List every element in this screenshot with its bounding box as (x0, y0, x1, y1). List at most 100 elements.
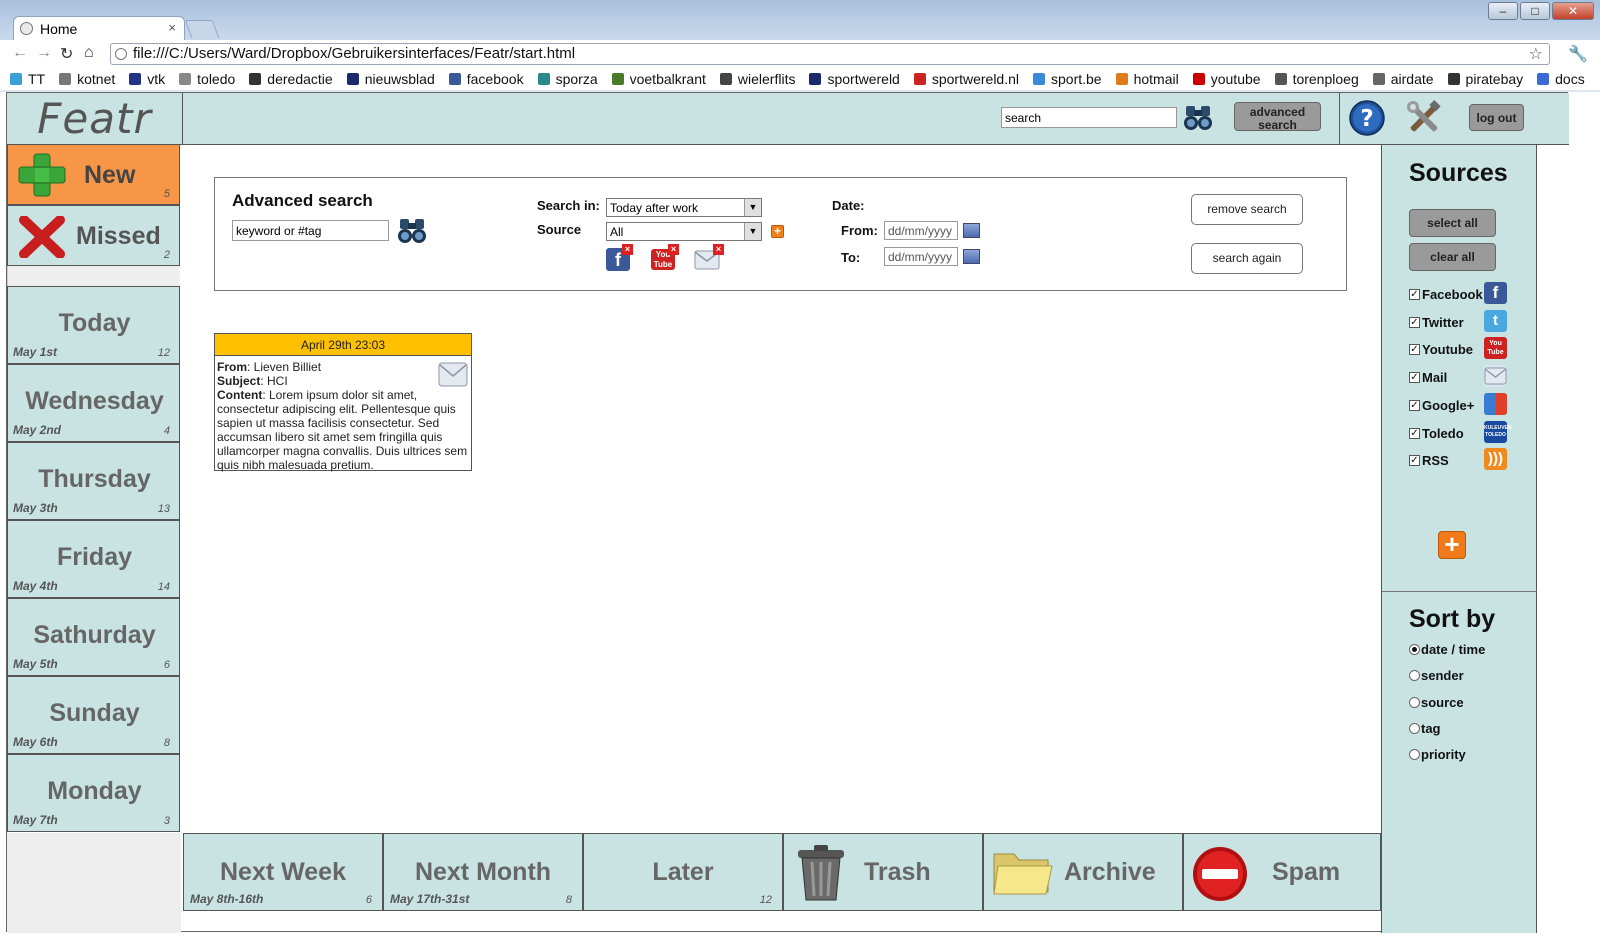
calendar-icon[interactable] (963, 223, 980, 238)
help-icon[interactable]: ? (1349, 100, 1385, 136)
date-from-input[interactable] (884, 221, 958, 240)
nav-day-today[interactable]: Today May 1st 12 (7, 286, 180, 364)
nav-missed[interactable]: Missed 2 (7, 205, 180, 266)
bookmark-item[interactable]: TT (10, 71, 45, 87)
nav-day-wednesday[interactable]: Wednesday May 2nd 4 (7, 364, 180, 442)
nav-next-week[interactable]: Next Week May 8th-16th 6 (183, 833, 383, 911)
nav-later[interactable]: Later 12 (583, 833, 783, 911)
sort-option-priority[interactable]: priority (1409, 747, 1466, 762)
bookmark-favicon-icon (1033, 73, 1045, 85)
remove-search-button[interactable]: remove search (1191, 194, 1303, 225)
bookmark-item[interactable]: wielerflits (719, 71, 795, 87)
source-checkbox[interactable]: ✓ (1409, 289, 1420, 300)
remove-chip-icon[interactable]: × (668, 244, 679, 255)
new-tab-button[interactable] (184, 20, 220, 38)
nav-trash[interactable]: Trash (783, 833, 983, 911)
advanced-search-button[interactable]: advanced search (1234, 102, 1321, 132)
source-checkbox[interactable]: ✓ (1409, 372, 1420, 384)
source-checkbox[interactable]: ✓ (1409, 399, 1420, 411)
source-checkbox[interactable]: ✓ (1409, 427, 1420, 439)
close-window-icon[interactable]: ✕ (1552, 2, 1594, 20)
nav-day-thursday[interactable]: Thursday May 3th 13 (7, 442, 180, 520)
date-to-input[interactable] (884, 247, 958, 266)
source-checkbox[interactable]: ✓ (1409, 316, 1420, 328)
settings-tools-icon[interactable] (1405, 99, 1443, 137)
bookmark-item[interactable]: facebook (448, 71, 524, 87)
radio-icon[interactable] (1409, 670, 1420, 682)
source-select[interactable]: All ▼ (606, 222, 762, 241)
clear-all-button[interactable]: clear all (1409, 243, 1496, 271)
source-item-rss[interactable]: ✓ RSS (1409, 453, 1449, 468)
radio-icon[interactable] (1409, 644, 1420, 655)
next-week-label: Next Week (220, 858, 346, 886)
source-checkbox[interactable]: ✓ (1409, 344, 1420, 356)
sort-option-sender[interactable]: sender (1409, 668, 1464, 683)
sort-option-tag[interactable]: tag (1409, 721, 1441, 736)
bookmark-item[interactable]: sport.be (1033, 71, 1102, 87)
nav-new[interactable]: New 5 (7, 144, 180, 205)
message-card[interactable]: April 29th 23:03 From: Lieven Billiet Su… (214, 333, 472, 472)
bookmark-item[interactable]: kotnet (59, 71, 115, 87)
nav-spam[interactable]: Spam (1183, 833, 1381, 911)
nav-missed-count: 2 (163, 249, 170, 261)
forward-icon[interactable]: → (36, 44, 52, 62)
remove-chip-icon[interactable]: × (713, 244, 724, 255)
bookmark-item[interactable]: vtk (129, 71, 165, 87)
search-in-select[interactable]: Today after work ▼ (606, 198, 762, 217)
remove-chip-icon[interactable]: × (622, 244, 633, 255)
binoculars-icon[interactable] (397, 215, 427, 245)
logout-button[interactable]: log out (1469, 104, 1524, 131)
bookmark-item[interactable]: piratebay (1447, 71, 1524, 87)
search-again-button[interactable]: search again (1191, 243, 1303, 274)
source-item-toledo[interactable]: ✓ Toledo (1409, 426, 1464, 441)
bookmark-item[interactable]: toledo (179, 71, 235, 87)
sort-option-date-time[interactable]: date / time (1409, 642, 1485, 657)
radio-icon[interactable] (1409, 722, 1420, 734)
add-source-button[interactable]: + (1438, 531, 1466, 559)
bookmark-item[interactable]: sportwereld.nl (913, 71, 1019, 87)
source-item-youtube[interactable]: ✓ Youtube (1409, 342, 1473, 357)
source-checkbox[interactable]: ✓ (1409, 455, 1420, 467)
nav-archive[interactable]: Archive (983, 833, 1183, 911)
close-tab-icon[interactable]: × (168, 20, 176, 35)
keyword-input[interactable] (232, 220, 389, 241)
bookmark-item[interactable]: torenploeg (1274, 71, 1359, 87)
bookmark-label: piratebay (1465, 71, 1524, 87)
nav-day-sunday[interactable]: Sunday May 6th 8 (7, 676, 180, 754)
bookmark-item[interactable]: docs (1537, 71, 1585, 87)
source-item-twitter[interactable]: ✓ Twitter (1409, 315, 1464, 330)
binoculars-icon[interactable] (1183, 102, 1213, 132)
bookmark-item[interactable]: airdate (1372, 71, 1434, 87)
bookmark-item[interactable]: youtube (1192, 71, 1261, 87)
nav-day-monday[interactable]: Monday May 7th 3 (7, 754, 180, 832)
radio-icon[interactable] (1409, 696, 1420, 708)
back-icon[interactable]: ← (12, 44, 28, 62)
browser-tab[interactable]: Home × (13, 16, 185, 40)
source-item-mail[interactable]: ✓ Mail (1409, 370, 1447, 385)
bookmark-item[interactable]: nieuwsblad (346, 71, 435, 87)
home-icon[interactable]: ⌂ (84, 44, 94, 62)
sort-option-source[interactable]: source (1409, 695, 1464, 710)
nav-day-sathurday[interactable]: Sathurday May 5th 6 (7, 598, 180, 676)
maximize-icon[interactable]: □ (1520, 2, 1550, 20)
bookmark-item[interactable]: sporza (537, 71, 598, 87)
bookmark-item[interactable]: sportwereld (809, 71, 900, 87)
nav-day-friday[interactable]: Friday May 4th 14 (7, 520, 180, 598)
bookmark-item[interactable]: deredactie (249, 71, 333, 87)
bookmark-star-icon[interactable]: ☆ (1529, 44, 1543, 64)
add-source-icon[interactable]: + (771, 225, 784, 238)
radio-icon[interactable] (1409, 749, 1420, 761)
source-item-facebook[interactable]: ✓ Facebook (1409, 287, 1483, 302)
bookmark-item[interactable]: hotmail (1115, 71, 1179, 87)
source-item-google[interactable]: ✓ Google+ (1409, 398, 1474, 413)
address-bar[interactable]: file:///C:/Users/Ward/Dropbox/Gebruikers… (110, 43, 1550, 65)
next-week-date: May 8th-16th (190, 892, 264, 906)
minimize-icon[interactable]: – (1488, 2, 1518, 20)
nav-next-month[interactable]: Next Month May 17th-31st 8 (383, 833, 583, 911)
calendar-icon[interactable] (963, 249, 980, 264)
reload-icon[interactable]: ↻ (60, 44, 73, 64)
select-all-button[interactable]: select all (1409, 209, 1496, 237)
bookmark-item[interactable]: voetbalkrant (611, 71, 706, 87)
wrench-icon[interactable]: 🔧 (1568, 44, 1588, 64)
search-input[interactable] (1001, 107, 1177, 128)
